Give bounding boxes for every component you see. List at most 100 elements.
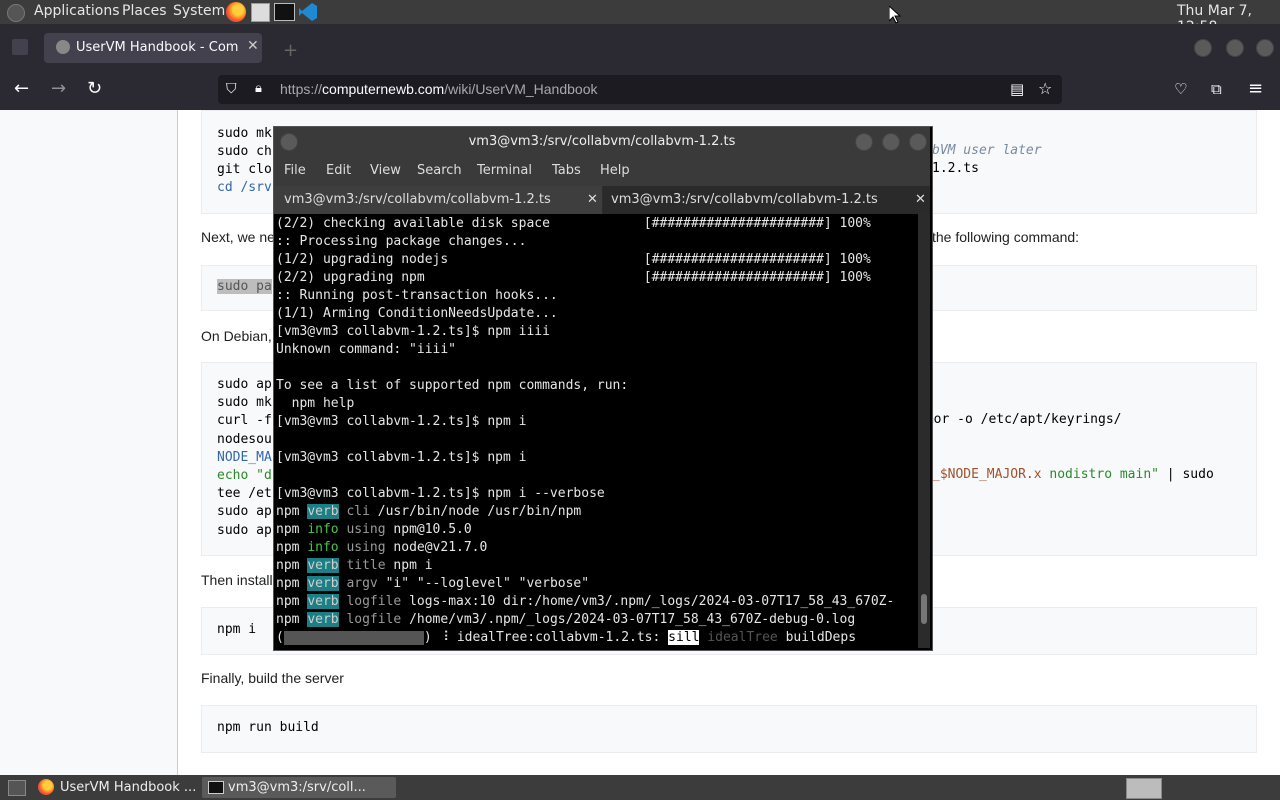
firefox-launcher-icon[interactable] xyxy=(226,2,246,22)
log-level-badge: sill xyxy=(668,630,700,645)
tab-close-icon[interactable]: ✕ xyxy=(247,38,259,54)
progress-bracket: ( xyxy=(276,630,284,645)
window-minimize-button[interactable] xyxy=(1194,39,1212,57)
code-line: nodesou xyxy=(217,431,272,447)
terminal-menu-file[interactable]: File xyxy=(284,163,306,178)
code-line: sudo ap xyxy=(217,377,272,392)
terminal-close-button[interactable] xyxy=(909,133,927,151)
terminal-tab-close-icon[interactable]: ✕ xyxy=(587,186,598,214)
npm-message: node@v21.7.0 xyxy=(385,540,488,555)
terminal-menu-view[interactable]: View xyxy=(370,163,401,178)
terminal-menu-tabs[interactable]: Tabs xyxy=(552,163,581,178)
npm-prefix: npm xyxy=(276,504,300,519)
url-text[interactable]: https://computernewb.com/wiki/UserVM_Han… xyxy=(280,81,598,97)
code-line: git clo xyxy=(217,162,272,177)
terminal-menu-edit[interactable]: Edit xyxy=(326,163,351,178)
terminal-menu-help[interactable]: Help xyxy=(600,163,630,178)
terminal-menu-terminal[interactable]: Terminal xyxy=(477,163,532,178)
back-arrow-icon[interactable]: ← xyxy=(14,78,29,99)
menu-places[interactable]: Places xyxy=(122,3,167,19)
tracking-shield-icon[interactable]: ⛉ xyxy=(226,81,237,97)
distro-logo-icon[interactable] xyxy=(7,4,25,22)
npm-level: info xyxy=(307,522,339,537)
terminal-tab-active[interactable]: vm3@vm3:/srv/collabvm/collabvm-1.2.ts ✕ xyxy=(274,186,602,214)
terminal-launcher-icon[interactable] xyxy=(274,3,295,21)
npm-log-line: npm verb cli /usr/bin/node /usr/bin/npm xyxy=(276,503,581,521)
npm-log-line: npm verb logfile logs-max:10 dir:/home/v… xyxy=(276,593,894,611)
browser-tab-active[interactable]: UserVM Handbook - Compu ✕ xyxy=(44,33,262,63)
reload-icon[interactable]: ↻ xyxy=(87,78,102,99)
progress-text: buildDeps xyxy=(777,630,857,645)
hamburger-menu-icon[interactable]: ≡ xyxy=(1248,78,1263,99)
workspace-switcher[interactable] xyxy=(1126,778,1162,799)
new-tab-icon[interactable]: + xyxy=(283,40,298,61)
progress-text: idealTree xyxy=(699,630,778,645)
terminal-tab-close-icon[interactable]: ✕ xyxy=(915,186,926,214)
terminal-titlebar[interactable]: vm3@vm3:/srv/collabvm/collabvm-1.2.ts xyxy=(274,127,930,157)
terminal-scrollbar-thumb[interactable] xyxy=(921,594,927,624)
terminal-line: (2/2) upgrading npm [###################… xyxy=(276,270,871,285)
npm-progress-bar xyxy=(283,630,424,645)
npm-level: verb xyxy=(307,504,339,519)
code-token: nodistro main" xyxy=(1041,467,1159,482)
show-desktop-icon[interactable] xyxy=(8,780,26,796)
terminal-minimize-button[interactable] xyxy=(855,133,873,151)
taskbar-item-firefox[interactable]: UserVM Handbook ... xyxy=(34,777,224,798)
terminal-icon xyxy=(208,781,224,794)
terminal-output[interactable]: (2/2) checking available disk space [###… xyxy=(274,214,918,648)
paragraph: On Debian, xyxy=(201,328,272,344)
terminal-menu-search[interactable]: Search xyxy=(417,163,462,178)
bookmark-star-icon[interactable]: ☆ xyxy=(1038,79,1052,98)
npm-prefix: npm xyxy=(276,594,300,609)
taskbar-item-terminal[interactable]: vm3@vm3:/srv/coll... xyxy=(202,777,396,798)
taskbar-item-label: UserVM Handbook ... xyxy=(60,780,197,795)
pocket-icon[interactable]: ♡ xyxy=(1174,80,1187,98)
terminal-tab-label: vm3@vm3:/srv/collabvm/collabvm-1.2.ts xyxy=(284,192,551,207)
url-domain: computernewb.com xyxy=(322,81,445,97)
npm-log-line: npm verb logfile /home/vm3/.npm/_logs/20… xyxy=(276,611,855,629)
file-manager-launcher-icon[interactable] xyxy=(251,3,270,22)
terminal-maximize-button[interactable] xyxy=(882,133,900,151)
window-maximize-button[interactable] xyxy=(1226,39,1244,57)
terminal-line: :: Processing package changes... xyxy=(276,234,527,249)
npm-log-line: npm verb title npm i xyxy=(276,557,433,575)
tab-list-icon[interactable] xyxy=(12,39,28,55)
progress-text: idealTree:collabvm-1.2.ts: xyxy=(449,630,669,645)
extensions-icon[interactable]: ⧉ xyxy=(1211,80,1222,98)
terminal-tab[interactable]: vm3@vm3:/srv/collabvm/collabvm-1.2.ts ✕ xyxy=(603,186,930,214)
code-line: sudo ap xyxy=(217,522,272,538)
code-token: | sudo xyxy=(1158,467,1214,482)
top-panel: Applications Places System Thu Mar 7, 12… xyxy=(0,0,1280,35)
terminal-line: npm help xyxy=(276,396,355,411)
code-token: _$NODE_MAJOR.x xyxy=(932,467,1042,482)
forward-arrow-icon[interactable]: → xyxy=(51,78,66,99)
reader-view-icon[interactable]: ▤ xyxy=(1010,80,1024,98)
vscode-launcher-icon[interactable] xyxy=(298,2,318,22)
terminal-menubar: File Edit View Search Terminal Tabs Help xyxy=(274,157,930,186)
paragraph: Then install xyxy=(201,572,273,588)
progress-bracket: ) xyxy=(423,630,432,645)
terminal-window-menu-button[interactable] xyxy=(280,133,298,151)
taskbar: UserVM Handbook ... vm3@vm3:/srv/coll... xyxy=(0,775,1280,800)
paragraph: Finally, build the server xyxy=(201,670,344,686)
code-line: sudo mk xyxy=(217,395,272,411)
code-fragment: rmor -o /etc/apt/keyrings/ xyxy=(918,412,1122,427)
npm-level: info xyxy=(307,540,339,555)
menu-applications[interactable]: Applications xyxy=(34,3,120,19)
npm-prefix: npm xyxy=(276,522,300,537)
npm-key: logfile xyxy=(346,612,402,627)
menu-system[interactable]: System xyxy=(173,3,225,19)
code-block-build: npm run build xyxy=(201,705,1257,753)
terminal-scrollbar[interactable] xyxy=(918,214,930,648)
npm-message: logs-max:10 dir:/home/vm3/.npm/_logs/202… xyxy=(401,594,895,609)
terminal-tab-strip: vm3@vm3:/srv/collabvm/collabvm-1.2.ts ✕ … xyxy=(274,186,930,214)
lock-icon[interactable]: 🔒︎ xyxy=(255,81,262,96)
npm-log-line: npm info using npm@10.5.0 xyxy=(276,521,472,539)
npm-message: /home/vm3/.npm/_logs/2024-03-07T17_58_43… xyxy=(401,612,856,627)
npm-level: verb xyxy=(307,558,339,573)
paragraph: Next, we ne xyxy=(201,229,275,245)
terminal-line: Unknown command: "iiii" xyxy=(276,342,457,357)
terminal-tab-label: vm3@vm3:/srv/collabvm/collabvm-1.2.ts xyxy=(611,192,878,207)
window-close-button[interactable] xyxy=(1256,39,1274,57)
site-favicon-icon xyxy=(56,40,70,54)
